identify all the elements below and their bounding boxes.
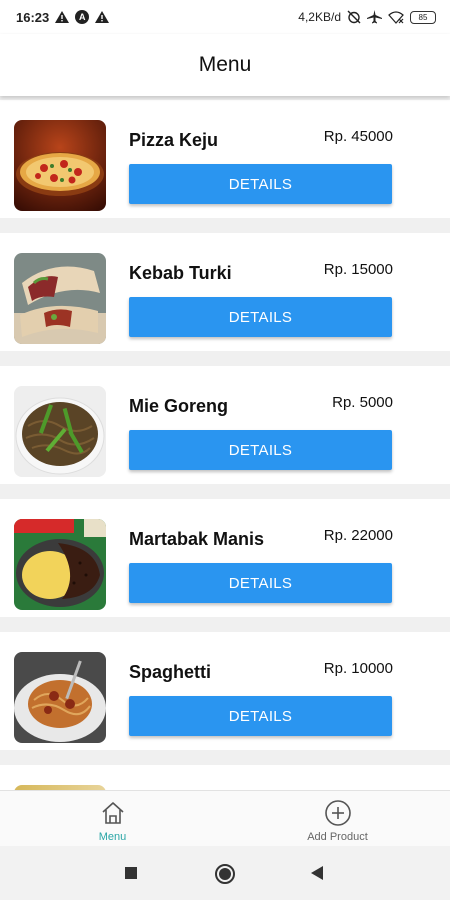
item-name: Spaghetti: [129, 662, 212, 682]
nav-label-menu: Menu: [98, 831, 127, 843]
menu-item-card: Mie Goreng Rp. 5000 DETAILS: [0, 366, 450, 484]
menu-item-card: Martabak Manis Rp. 22000 DETAILS: [0, 499, 450, 617]
menu-item-card: Pizza Keju Rp. 45000 DETAILS: [0, 100, 450, 218]
nav-item-menu[interactable]: Menu: [0, 791, 225, 846]
item-price: Rp. 5000: [332, 394, 393, 411]
nav-label-add-product: Add Product: [307, 831, 368, 843]
pizza-image: [14, 120, 106, 211]
martabak-image: [14, 519, 106, 610]
warning-icon: [95, 11, 110, 23]
add-circle-icon: [324, 800, 351, 826]
home-icon: [101, 802, 124, 824]
back-system-button[interactable]: [310, 865, 324, 881]
details-button[interactable]: DETAILS: [129, 297, 392, 337]
details-button[interactable]: DETAILS: [129, 563, 392, 603]
kebab-image: [14, 253, 106, 344]
item-name: Mie Goreng: [129, 396, 229, 416]
item-name: Martabak Manis: [129, 529, 265, 549]
spaghetti-image: [14, 652, 106, 743]
item-price: Rp. 10000: [323, 660, 393, 677]
menu-item-card: Kebab Turki Rp. 15000 DETAILS: [0, 233, 450, 351]
item-name: Kebab Turki: [129, 263, 232, 283]
warning-icon: [55, 11, 70, 23]
battery-icon: 85: [410, 10, 436, 24]
back-triangle-icon: [311, 866, 323, 880]
details-button[interactable]: DETAILS: [129, 164, 392, 204]
item-name: Pizza Keju: [129, 130, 219, 150]
wifi-icon: [388, 10, 404, 24]
page-title: Menu: [198, 53, 252, 76]
item-price: Rp. 45000: [323, 128, 393, 145]
home-system-button[interactable]: [214, 863, 236, 885]
status-bar: 16:23 A 4,2KB/d 85: [0, 0, 450, 34]
details-button[interactable]: DETAILS: [129, 430, 392, 470]
system-navigation-bar: [0, 846, 450, 900]
status-time: 16:23: [16, 9, 50, 25]
alarm-off-icon: [347, 10, 361, 24]
menu-item-card-partial: [0, 765, 450, 790]
menu-list[interactable]: Pizza Keju Rp. 45000 DETAILS Kebab Turki…: [0, 100, 450, 790]
airplane-icon: [367, 10, 382, 24]
menu-item-card: Spaghetti Rp. 10000 DETAILS: [0, 632, 450, 750]
a-icon: A: [75, 10, 90, 24]
item-price: Rp. 22000: [323, 527, 393, 544]
app-bar: Menu: [0, 34, 450, 96]
noodles-image: [14, 386, 106, 477]
recents-button[interactable]: [124, 866, 138, 880]
network-speed: 4,2KB/d: [298, 10, 341, 24]
recents-square-icon: [125, 867, 137, 879]
battery-level: 85: [418, 12, 428, 22]
nav-item-add-product[interactable]: Add Product: [225, 791, 450, 846]
bottom-navigation: Menu Add Product: [0, 790, 450, 846]
details-button[interactable]: DETAILS: [129, 696, 392, 736]
home-circle-icon: [215, 864, 235, 884]
item-price: Rp. 15000: [323, 261, 393, 278]
